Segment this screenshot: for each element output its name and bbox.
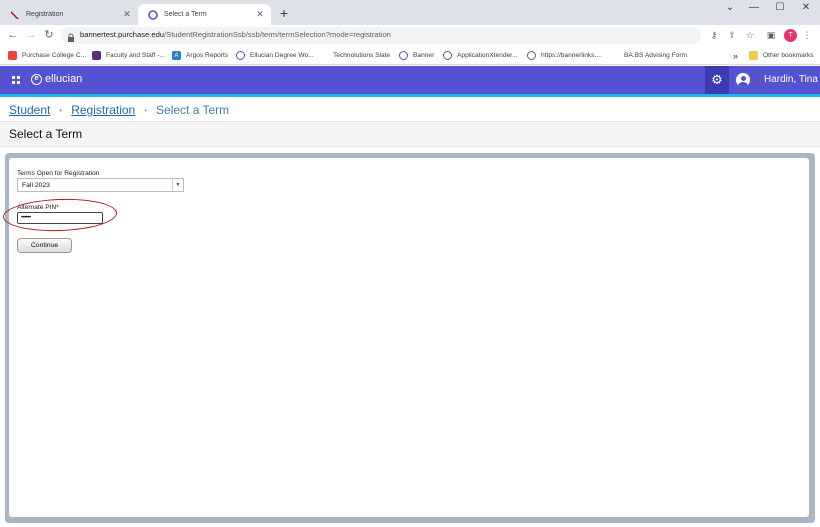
tab-title: Registration [26,11,64,18]
bookmarks-bar: Purchase College C... Faculty and Staff … [0,46,820,65]
purchase-icon [8,51,17,60]
bookmark-item[interactable]: Technolutions Slate [333,49,390,62]
app-grid-icon[interactable] [12,76,20,84]
page-title: Select a Term [9,127,83,141]
back-button[interactable]: ← [6,28,20,42]
gear-icon[interactable]: ⚙ [705,66,729,94]
new-tab-button[interactable]: + [276,5,292,21]
menu-kebab-icon[interactable]: ⋮ [800,29,814,42]
terms-label: Terms Open for Registration [17,170,100,177]
address-bar[interactable]: bannertest.purchase.edu/StudentRegistrat… [61,27,701,44]
ellucian-icon [399,51,408,60]
star-icon[interactable]: ☆ [743,29,757,42]
dropdown-arrow-icon[interactable]: ▼ [172,179,183,191]
bookmarks-overflow-button[interactable]: » [733,49,738,62]
browser-toolbar: ← → ↻ bannertest.purchase.edu/StudentReg… [0,25,820,46]
tab-search-chevron-icon[interactable]: ⌄ [718,2,742,13]
header-accent-line [0,94,820,97]
argos-icon: A [172,51,181,60]
term-select[interactable]: Fall 2023 ▼ [17,178,184,192]
ellucian-header: e ellucian ⚙ Hardin, Tina [0,66,820,94]
alternate-pin-label: Alternate PIN* [17,204,59,211]
bookmark-item[interactable]: Faculty and Staff -... [92,49,165,62]
breadcrumb: Student • Registration • Select a Term [9,102,229,118]
bookmark-item[interactable]: A Argos Reports [172,49,228,62]
close-tab-icon[interactable]: ✕ [253,9,267,20]
profile-avatar[interactable]: T [784,29,797,42]
lock-icon [67,30,75,42]
close-tab-icon[interactable]: ✕ [120,9,134,20]
url-text: bannertest.purchase.edu/StudentRegistrat… [80,30,391,39]
tab-title: Select a Term [164,11,207,18]
continue-button[interactable]: Continue [17,238,72,253]
ellucian-icon [236,51,245,60]
breadcrumb-separator: • [144,105,148,115]
bookmark-item[interactable]: ApplicationXtender... [443,49,517,62]
share-icon[interactable]: ⇪ [725,29,739,42]
maximize-icon[interactable]: ☐ [768,2,792,13]
ellucian-favicon-icon [148,9,158,20]
bookmark-item[interactable]: BA.BS Advising Form [624,49,687,62]
folder-icon [749,51,758,60]
bookmark-item[interactable]: Banner [399,49,434,62]
breadcrumb-separator: • [59,105,63,115]
globe-icon [443,51,452,60]
bookmark-item[interactable]: Purchase College C... [8,49,86,62]
close-window-icon[interactable]: ✕ [794,2,818,13]
tab-registration[interactable]: Registration ✕ [0,4,138,25]
term-selection-panel: Terms Open for Registration Fall 2023 ▼ … [2,158,809,517]
user-name[interactable]: Hardin, Tina [764,74,818,85]
bookmark-item[interactable]: https://bannerlinks.... [527,49,602,62]
other-bookmarks-folder[interactable]: Other bookmarks [749,49,814,62]
breadcrumb-registration[interactable]: Registration [71,103,135,117]
side-panel-icon[interactable]: ▣ [764,29,778,42]
forward-button[interactable]: → [24,28,38,42]
bookmark-item[interactable]: Ellucian Degree Wo... [236,49,314,62]
alternate-pin-input[interactable]: •••••• [17,212,103,224]
key-icon[interactable]: ⚷ [707,29,721,42]
user-icon[interactable] [736,73,750,87]
minimize-icon[interactable]: — [742,2,766,13]
ellucian-logo[interactable]: e ellucian [31,73,82,85]
reload-button[interactable]: ↻ [42,28,56,42]
page-title-bar: Select a Term [0,121,820,147]
term-select-value: Fall 2023 [22,182,50,189]
globe-icon [527,51,536,60]
content-frame: Terms Open for Registration Fall 2023 ▼ … [2,153,815,523]
breadcrumb-current: Select a Term [156,103,230,117]
breadcrumb-student[interactable]: Student [9,103,50,117]
browser-tab-strip: Registration ✕ Select a Term ✕ + ⌄ — ☐ ✕ [0,0,820,25]
purchase-favicon-icon [10,10,20,20]
ellucian-logo-icon: e [31,73,42,85]
tab-select-a-term[interactable]: Select a Term ✕ [138,4,271,25]
bookmark-flag-icon [92,51,101,60]
